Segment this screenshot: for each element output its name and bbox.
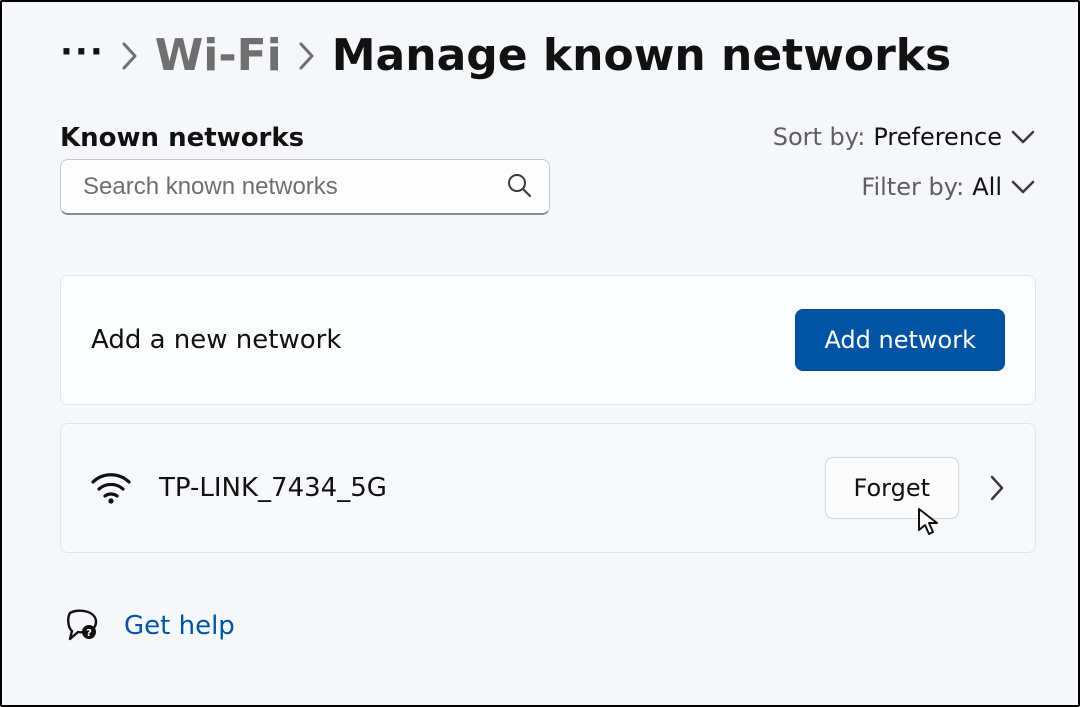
header-row: Known networks Sort by: Preference	[60, 123, 1036, 263]
breadcrumb: ··· Wi-Fi Manage known networks	[60, 30, 1036, 81]
search-icon[interactable]	[506, 172, 532, 202]
chevron-right-icon	[298, 41, 316, 71]
search-input[interactable]	[60, 159, 550, 215]
sort-filter-group: Sort by: Preference Filter by: All	[773, 123, 1036, 201]
chevron-down-icon	[1010, 129, 1036, 145]
network-name: TP-LINK_7434_5G	[159, 473, 387, 503]
sort-dropdown[interactable]: Sort by: Preference	[773, 123, 1036, 151]
help-row: ? Get help	[60, 609, 1036, 643]
settings-page: ··· Wi-Fi Manage known networks Known ne…	[0, 0, 1080, 707]
page-title: Manage known networks	[332, 30, 951, 81]
wifi-icon	[91, 468, 131, 508]
sort-label: Sort by:	[773, 123, 866, 151]
filter-value: All	[972, 173, 1002, 201]
network-row-right: Forget	[825, 457, 1006, 519]
help-icon: ?	[66, 609, 100, 643]
add-network-button[interactable]: Add network	[795, 309, 1005, 371]
svg-text:?: ?	[86, 628, 92, 639]
chevron-down-icon	[1010, 179, 1036, 195]
forget-button[interactable]: Forget	[825, 457, 960, 519]
network-row[interactable]: TP-LINK_7434_5G Forget	[60, 423, 1036, 553]
network-row-left: TP-LINK_7434_5G	[91, 468, 387, 508]
get-help-link[interactable]: Get help	[124, 611, 235, 641]
add-network-card: Add a new network Add network	[60, 275, 1036, 405]
breadcrumb-more-icon[interactable]: ···	[60, 32, 105, 80]
sort-value: Preference	[873, 123, 1002, 151]
chevron-right-icon[interactable]	[989, 474, 1005, 502]
section-title: Known networks	[60, 123, 550, 153]
filter-dropdown[interactable]: Filter by: All	[861, 173, 1036, 201]
add-network-label: Add a new network	[91, 325, 341, 355]
chevron-right-icon	[121, 41, 139, 71]
breadcrumb-link-wifi[interactable]: Wi-Fi	[155, 30, 282, 81]
filter-label: Filter by:	[861, 173, 964, 201]
search-wrap	[60, 159, 550, 215]
